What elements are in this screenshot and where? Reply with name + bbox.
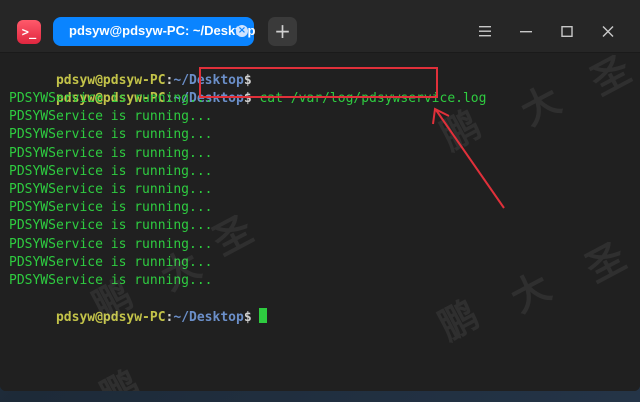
terminal-window: >_ pdsyw@pdsyw-PC: ~/Desktop × + pdsyw@p… — [0, 0, 640, 391]
output-line: PDSYWService is running... — [9, 273, 213, 288]
text-cursor — [259, 308, 268, 323]
output-line: PDSYWService is running... — [9, 91, 213, 106]
minimize-icon[interactable] — [516, 22, 536, 42]
output-line: PDSYWService is running... — [9, 127, 213, 142]
terminal-icon: >_ — [17, 20, 41, 44]
output-line: PDSYWService is running... — [9, 237, 213, 252]
output-line: PDSYWService is running... — [9, 109, 213, 124]
menu-icon[interactable] — [475, 22, 495, 42]
prompt-dollar: $ — [243, 91, 252, 106]
maximize-icon[interactable] — [557, 22, 577, 42]
command-line: pdsyw@pdsyw-PC:~/Desktop$ cat /var/log/p… — [9, 72, 487, 106]
prompt-path: ~/Desktop — [173, 310, 244, 325]
close-icon[interactable] — [598, 22, 618, 42]
output-line: PDSYWService is running... — [9, 146, 213, 161]
output-line: PDSYWService is running... — [9, 218, 213, 233]
prompt-dollar: $ — [243, 310, 252, 325]
tab-terminal[interactable]: pdsyw@pdsyw-PC: ~/Desktop × — [53, 17, 256, 46]
output-line: PDSYWService is running... — [9, 182, 213, 197]
command-text: cat /var/log/pdsywservice.log — [251, 91, 487, 106]
title-bar: >_ pdsyw@pdsyw-PC: ~/Desktop × + — [0, 0, 640, 53]
terminal-area[interactable]: pdsyw@pdsyw-PC:~/Desktop$ pdsyw@pdsyw-PC… — [0, 53, 640, 391]
prompt-line: pdsyw@pdsyw-PC:~/Desktop$ — [9, 54, 252, 88]
tab-label: pdsyw@pdsyw-PC: ~/Desktop — [69, 23, 256, 38]
prompt-line-current: pdsyw@pdsyw-PC:~/Desktop$ — [9, 290, 268, 325]
output-line: PDSYWService is running... — [9, 255, 213, 270]
output-line: PDSYWService is running... — [9, 200, 213, 215]
add-tab-button[interactable]: + — [268, 17, 297, 46]
prompt-user-host: pdsyw@pdsyw-PC — [55, 310, 166, 325]
output-line: PDSYWService is running... — [9, 164, 213, 179]
tab-close-icon[interactable]: × — [236, 25, 248, 37]
